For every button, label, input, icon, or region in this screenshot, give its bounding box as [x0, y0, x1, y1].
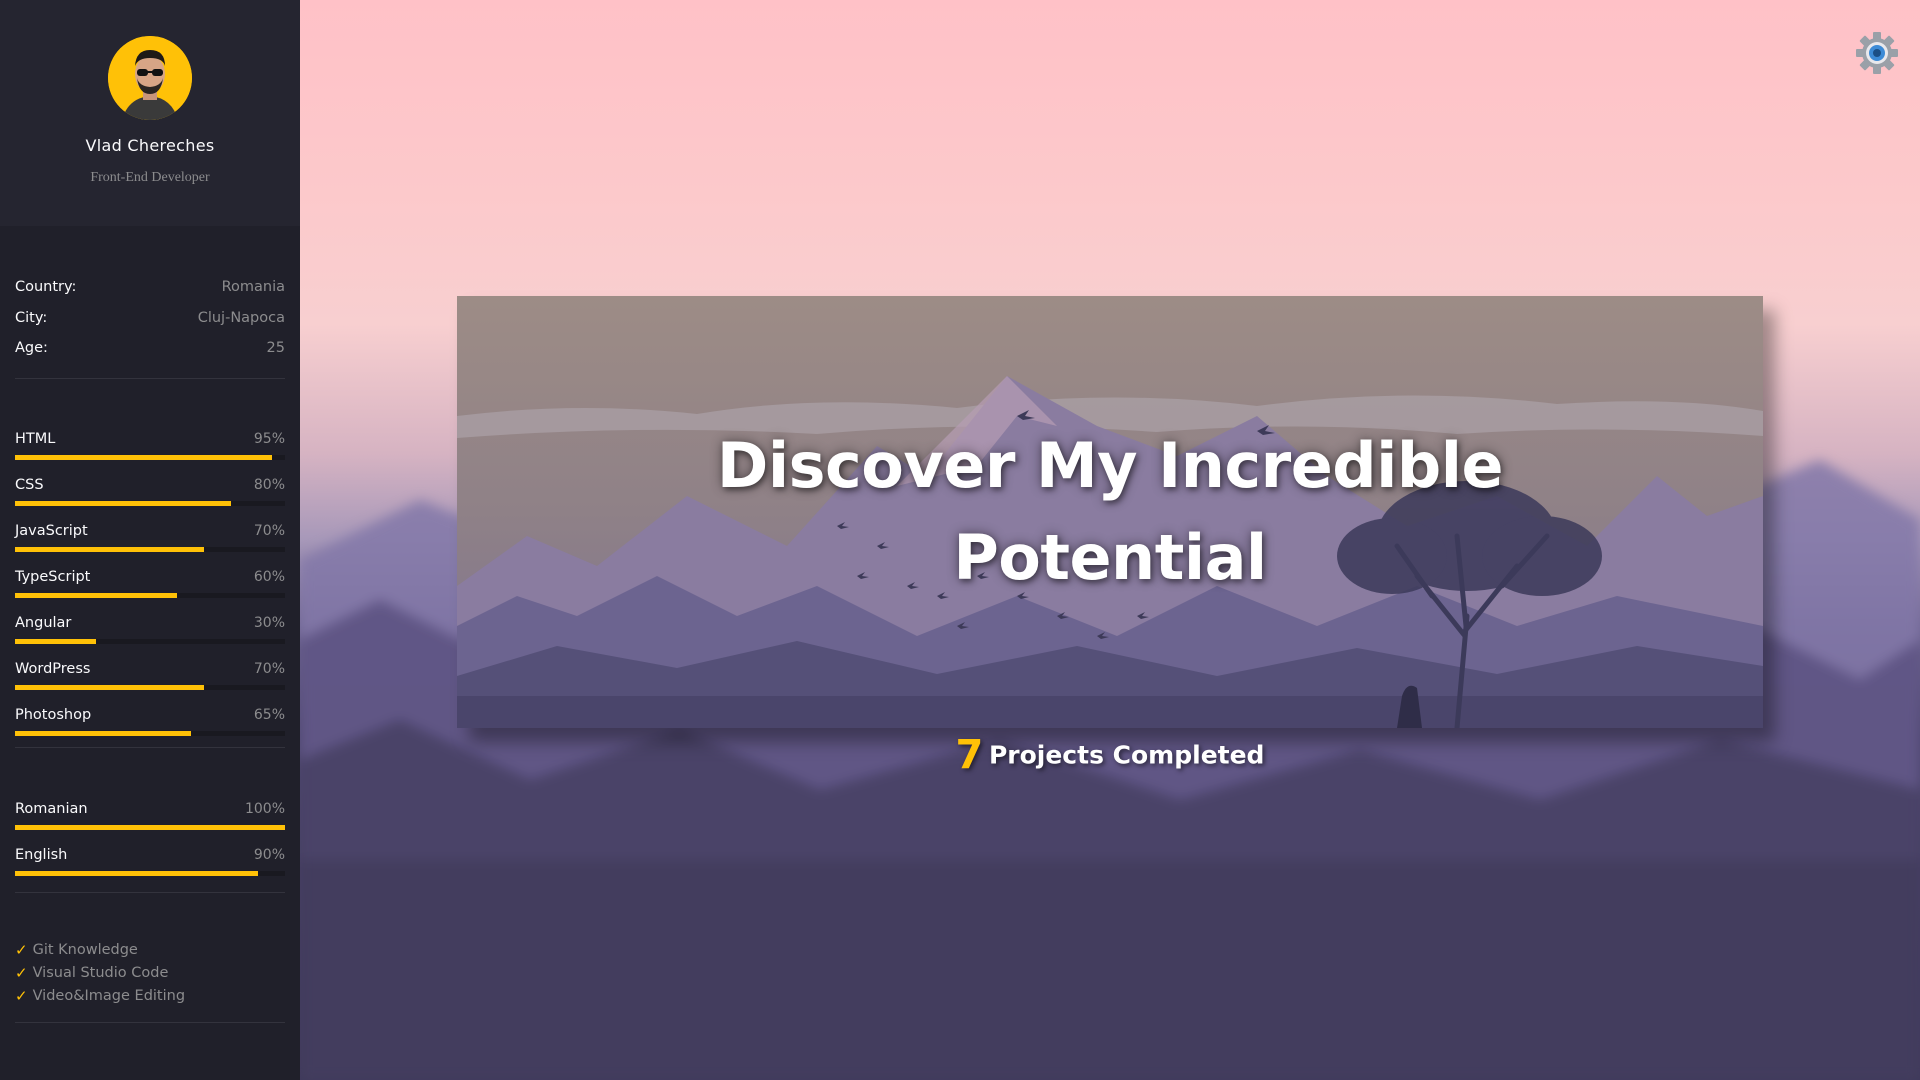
skill-percent: 60% — [253, 568, 285, 585]
skill-photoshop: Photoshop 65% — [15, 702, 285, 736]
profile-name: Vlad Chereches — [85, 136, 215, 155]
tool-item: ✓ Git Knowledge — [15, 939, 285, 962]
skill-progress-fill — [15, 638, 96, 644]
hero-title-line: Potential — [953, 521, 1267, 594]
tool-label: Git Knowledge — [32, 942, 138, 958]
skill-javascript: JavaScript 70% — [15, 518, 285, 552]
skill-label: TypeScript — [15, 568, 91, 585]
skill-progress-bar — [15, 638, 285, 644]
languages-list: Romanian 100% English 90% — [15, 748, 285, 893]
language-percent: 100% — [244, 800, 285, 817]
skill-percent: 70% — [253, 660, 285, 677]
checkmark-icon: ✓ — [15, 987, 28, 1005]
checkmark-icon: ✓ — [15, 941, 28, 959]
language-label: English — [15, 846, 68, 863]
skill-progress-bar — [15, 454, 285, 460]
skills-list: HTML 95% CSS 80% JavaScript 70% TypeScript 6… — [15, 379, 285, 748]
language-label: Romanian — [15, 800, 88, 817]
skill-percent: 65% — [253, 706, 285, 723]
skill-progress-fill — [15, 730, 191, 736]
skill-css: CSS 80% — [15, 472, 285, 506]
avatar — [108, 36, 192, 120]
info-row-country: Country: Romania — [15, 272, 285, 303]
profile-role: Front-End Developer — [90, 170, 210, 185]
skill-percent: 70% — [253, 522, 285, 539]
main-content: Discover My Incredible Potential 7 Proje… — [300, 0, 1920, 1080]
info-label: Country: — [15, 279, 77, 296]
info-row-city: City: Cluj-Napoca — [15, 303, 285, 334]
tool-label: Visual Studio Code — [32, 965, 169, 981]
language-english: English 90% — [15, 842, 285, 876]
hero-title-line: Discover My Incredible — [716, 429, 1504, 502]
skill-percent: 80% — [253, 476, 285, 493]
skill-progress-bar — [15, 546, 285, 552]
projects-counter: 7 Projects Completed — [300, 732, 1920, 778]
language-progress-fill — [15, 870, 258, 876]
skill-percent: 30% — [253, 614, 285, 631]
skill-progress-bar — [15, 730, 285, 736]
sidebar: Vlad Chereches Front-End Developer Count… — [0, 0, 300, 1080]
personal-info: Country: Romania City: Cluj-Napoca Age: … — [15, 226, 285, 379]
checkmark-icon: ✓ — [15, 964, 28, 982]
skill-progress-bar — [15, 592, 285, 598]
skill-progress-fill — [15, 684, 204, 690]
tool-item: ✓ Video&Image Editing — [15, 985, 285, 1008]
skill-progress-fill — [15, 500, 231, 506]
skill-progress-fill — [15, 546, 204, 552]
skill-angular: Angular 30% — [15, 610, 285, 644]
info-label: Age: — [15, 340, 48, 357]
skill-typescript: TypeScript 60% — [15, 564, 285, 598]
tools-list: ✓ Git Knowledge ✓ Visual Studio Code ✓ Vide… — [15, 893, 285, 1023]
skill-label: WordPress — [15, 660, 91, 677]
info-label: City: — [15, 309, 48, 326]
tool-label: Video&Image Editing — [32, 988, 186, 1004]
skill-progress-bar — [15, 500, 285, 506]
info-value: Cluj-Napoca — [197, 309, 285, 326]
skill-label: Photoshop — [15, 706, 92, 723]
info-row-age: Age: 25 — [15, 333, 285, 364]
settings-button[interactable] — [1854, 30, 1900, 76]
skill-progress-bar — [15, 684, 285, 690]
language-progress-bar — [15, 870, 285, 876]
skill-percent: 95% — [253, 430, 285, 447]
skill-wordpress: WordPress 70% — [15, 656, 285, 690]
skill-progress-fill — [15, 592, 177, 598]
skill-label: JavaScript — [15, 522, 88, 539]
info-value: 25 — [266, 340, 285, 357]
gear-icon — [1856, 32, 1898, 74]
language-progress-bar — [15, 824, 285, 830]
language-percent: 90% — [253, 846, 285, 863]
skill-progress-fill — [15, 454, 272, 460]
hero-title: Discover My Incredible Potential — [457, 420, 1763, 604]
language-romanian: Romanian 100% — [15, 796, 285, 830]
skill-html: HTML 95% — [15, 426, 285, 460]
language-progress-fill — [15, 824, 285, 830]
projects-label: Projects Completed — [988, 740, 1265, 770]
profile-card: Vlad Chereches Front-End Developer — [0, 0, 300, 226]
skill-label: CSS — [15, 476, 44, 493]
tool-item: ✓ Visual Studio Code — [15, 962, 285, 985]
hero-banner: Discover My Incredible Potential — [457, 296, 1763, 728]
projects-count: 7 — [955, 732, 984, 778]
skill-label: Angular — [15, 614, 72, 631]
skill-label: HTML — [15, 430, 56, 447]
info-value: Romania — [221, 279, 285, 296]
